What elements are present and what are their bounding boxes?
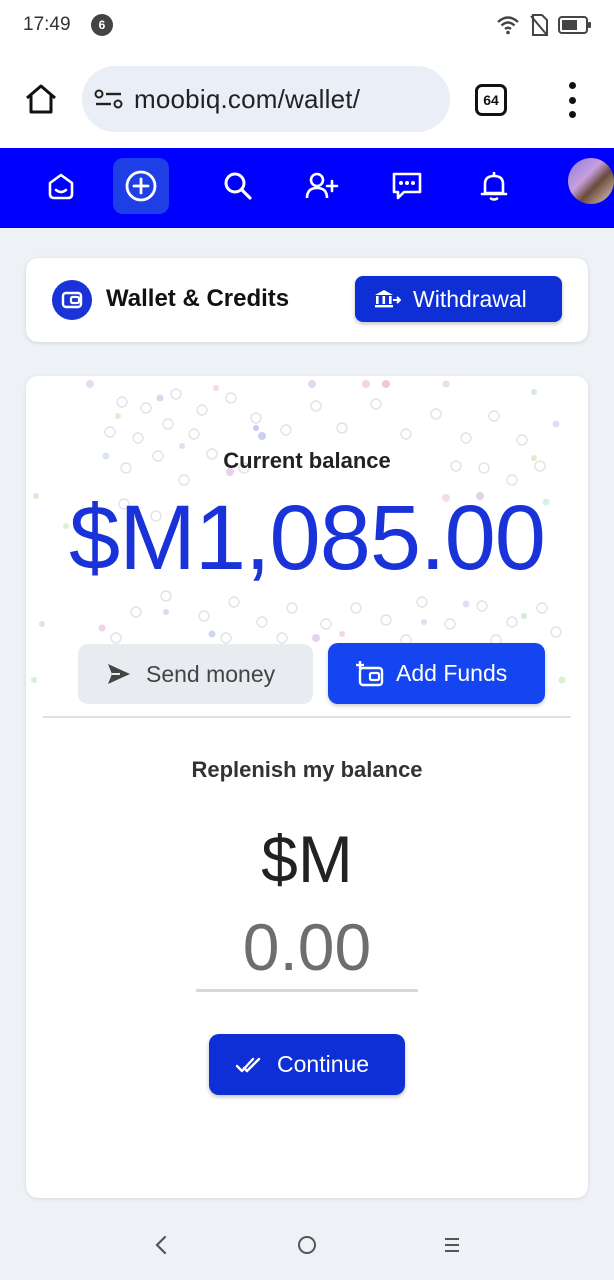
home-icon (26, 84, 56, 114)
nav-create-button[interactable] (113, 158, 169, 214)
add-circle-icon (125, 170, 157, 202)
bank-transfer-icon (375, 290, 401, 308)
send-icon (108, 664, 130, 684)
add-funds-button[interactable]: Add Funds (328, 643, 545, 704)
battery-icon (558, 16, 591, 34)
address-bar[interactable]: moobiq.com/wallet/ (82, 66, 450, 132)
menu-dots-icon (568, 82, 576, 89)
bell-icon (480, 172, 508, 201)
notification-badge: 6 (91, 14, 113, 36)
tab-switcher-button[interactable]: 64 (475, 84, 507, 116)
search-icon (224, 172, 252, 200)
site-settings-icon[interactable] (94, 87, 126, 111)
system-back-button[interactable] (146, 1230, 176, 1260)
withdrawal-button[interactable]: Withdrawal (355, 276, 562, 322)
home-circle-icon (298, 1236, 316, 1254)
double-check-icon (235, 1057, 261, 1072)
balance-card: Current balance $M1,085.00 Send money Ad… (26, 376, 588, 1198)
add-user-icon (305, 172, 339, 199)
system-recents-button[interactable] (437, 1230, 467, 1260)
url-text: moobiq.com/wallet/ (134, 83, 361, 114)
page-title: Wallet & Credits (106, 285, 290, 312)
browser-toolbar: moobiq.com/wallet/ 64 (0, 52, 614, 148)
nav-home-button[interactable] (33, 158, 89, 214)
system-nav-bar (0, 1206, 614, 1280)
status-bar: 17:49 6 (0, 0, 614, 52)
balance-amount: $M1,085.00 (69, 487, 546, 589)
recents-icon (445, 1238, 459, 1252)
nav-add-friend-button[interactable] (294, 158, 350, 214)
system-home-button[interactable] (292, 1230, 322, 1260)
wallet-icon (52, 280, 92, 320)
currency-symbol: $M (261, 822, 353, 896)
browser-home-button[interactable] (22, 80, 60, 118)
send-money-label: Send money (146, 660, 276, 687)
nav-messages-button[interactable] (379, 158, 435, 214)
continue-button[interactable]: Continue (209, 1034, 405, 1095)
withdrawal-label: Withdrawal (413, 285, 527, 312)
wifi-icon (497, 16, 519, 35)
amount-input[interactable] (196, 904, 418, 992)
add-funds-label: Add Funds (396, 660, 508, 686)
add-wallet-icon (356, 660, 384, 686)
app-navbar (0, 148, 614, 228)
profile-avatar[interactable] (568, 158, 614, 204)
home-icon (48, 173, 74, 200)
messages-icon (392, 172, 422, 200)
status-icons (496, 14, 592, 36)
send-money-button[interactable]: Send money (78, 644, 313, 704)
divider (43, 716, 571, 718)
continue-label: Continue (277, 1051, 370, 1077)
back-icon (155, 1235, 167, 1255)
replenish-title: Replenish my balance (191, 757, 423, 782)
nav-notifications-button[interactable] (466, 158, 522, 214)
wallet-header-card: Wallet & Credits Withdrawal (26, 258, 588, 342)
status-time: 17:49 (23, 14, 71, 35)
no-sim-icon (530, 14, 548, 36)
current-balance-label: Current balance (223, 448, 391, 473)
browser-menu-button[interactable] (560, 82, 584, 118)
nav-search-button[interactable] (210, 158, 266, 214)
